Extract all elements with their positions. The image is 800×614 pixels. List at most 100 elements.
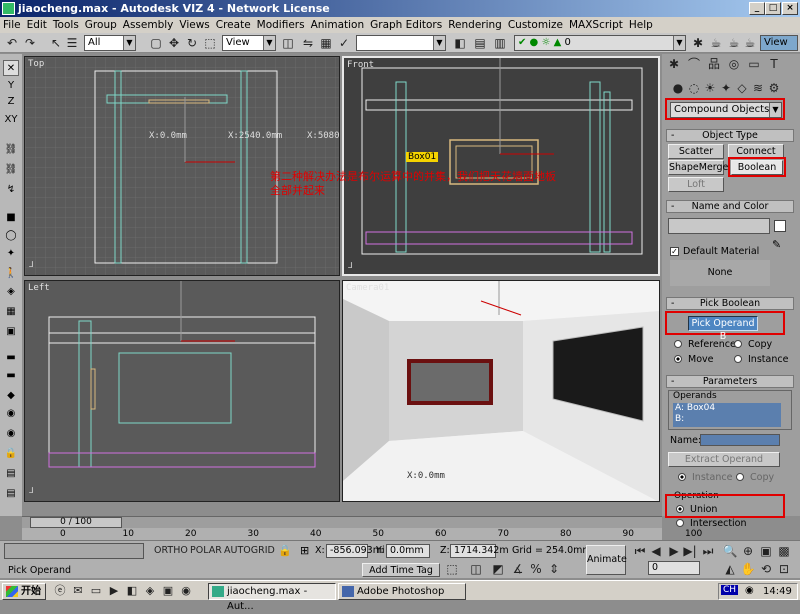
walk-icon[interactable]: 🚶 bbox=[3, 266, 19, 282]
motion-tab-icon[interactable]: ◎ bbox=[726, 56, 742, 72]
add-time-tag-button[interactable]: Add Time Tag bbox=[362, 563, 440, 577]
menu-item-rendering[interactable]: Rendering bbox=[445, 17, 505, 33]
zoom-all-icon[interactable]: ⊕ bbox=[740, 543, 756, 559]
operand-name-input[interactable] bbox=[700, 434, 780, 446]
reference-radio[interactable]: Reference bbox=[674, 339, 736, 351]
parameters-rollout[interactable]: - Parameters bbox=[666, 375, 794, 388]
link-icon[interactable]: ⛓ bbox=[3, 142, 19, 158]
current-frame-input[interactable]: 0 bbox=[648, 561, 700, 575]
menu-item-assembly[interactable]: Assembly bbox=[120, 17, 177, 33]
quicklaunch-icon[interactable]: ▣ bbox=[160, 583, 176, 599]
circle-icon[interactable]: ◯ bbox=[3, 228, 19, 244]
autogrid-toggle[interactable]: AUTOGRID bbox=[224, 545, 275, 556]
snap-toggle-icon[interactable]: ◩ bbox=[490, 561, 506, 577]
close-x-icon[interactable]: ✕ bbox=[3, 60, 19, 76]
snap-toggle-icon[interactable]: ⬚ bbox=[444, 561, 460, 577]
zoom-extents-icon[interactable]: ▣ bbox=[758, 543, 774, 559]
animate-button[interactable]: Animate bbox=[586, 545, 627, 575]
list-item[interactable]: B: bbox=[675, 414, 781, 425]
align-icon[interactable]: ▦ bbox=[318, 35, 334, 51]
fov-icon[interactable]: ◭ bbox=[722, 561, 738, 577]
snap-toggle-icon[interactable]: ◫ bbox=[468, 561, 484, 577]
geometry-icon[interactable]: ● bbox=[670, 80, 686, 96]
quick-render-icon[interactable]: ☕ bbox=[726, 35, 742, 51]
quicklaunch-icon[interactable]: ◈ bbox=[142, 583, 158, 599]
go-end-icon[interactable]: ⏭ bbox=[700, 543, 716, 559]
mirror-icon[interactable]: ⇋ bbox=[300, 35, 316, 51]
maxscript-listener[interactable] bbox=[4, 543, 144, 559]
axis-xy-icon[interactable]: XY bbox=[3, 112, 19, 128]
maximize-button[interactable]: □ bbox=[765, 2, 781, 15]
viewport-left[interactable]: ⅃ Left bbox=[24, 280, 340, 502]
extract-operand-button[interactable]: Extract Operand bbox=[668, 452, 780, 467]
viewport-label[interactable]: Top bbox=[28, 59, 44, 69]
ie-icon[interactable]: ⓔ bbox=[52, 583, 68, 599]
layer-manager-icon[interactable]: ✱ bbox=[690, 35, 706, 51]
extract-instance-radio[interactable]: Instance bbox=[678, 472, 732, 484]
y-coord-input[interactable]: 0.0mm bbox=[386, 544, 430, 558]
light-icon[interactable]: ✦ bbox=[3, 246, 19, 262]
pan-icon[interactable]: ✋ bbox=[740, 561, 756, 577]
layer-dropdown[interactable]: ✔ ● ☼ ▲ 0 ▼ bbox=[514, 35, 686, 51]
move-icon[interactable]: ✥ bbox=[166, 35, 182, 51]
viewport-front[interactable]: ⅃ Front Box01 bbox=[342, 56, 660, 276]
angle-snap-icon[interactable]: ∡ bbox=[510, 561, 526, 577]
layer-icon[interactable]: ▦ bbox=[3, 304, 19, 320]
group-icon[interactable]: ▣ bbox=[3, 324, 19, 340]
create-tab-icon[interactable]: ✱ bbox=[666, 56, 682, 72]
ortho-toggle[interactable]: ORTHO bbox=[154, 545, 188, 556]
teapot-icon[interactable]: ☕ bbox=[708, 35, 724, 51]
ime-indicator[interactable]: CH bbox=[721, 585, 739, 595]
spinner-snap-icon[interactable]: ⇕ bbox=[546, 561, 562, 577]
snap-icon[interactable]: ✓ bbox=[336, 35, 352, 51]
axis-z-icon[interactable]: Z bbox=[3, 94, 19, 110]
menu-item-create[interactable]: Create bbox=[213, 17, 254, 33]
viewport-label[interactable]: Camera01 bbox=[346, 283, 389, 293]
stack-icon[interactable]: ▤ bbox=[3, 466, 19, 482]
render-setup-icon[interactable]: ▤ bbox=[472, 35, 488, 51]
absolute-mode-icon[interactable]: ⊞ bbox=[300, 544, 309, 557]
time-slider-thumb[interactable]: 0 / 100 bbox=[30, 517, 122, 528]
menu-item-animation[interactable]: Animation bbox=[308, 17, 368, 33]
scale-icon[interactable]: ⬚ bbox=[202, 35, 218, 51]
task-photoshop[interactable]: Adobe Photoshop bbox=[338, 583, 466, 600]
redo-icon[interactable]: ↷ bbox=[22, 35, 38, 51]
media-icon[interactable]: ▶ bbox=[106, 583, 122, 599]
pivot-icon[interactable]: ◫ bbox=[280, 35, 296, 51]
box-icon[interactable]: ■ bbox=[3, 210, 19, 226]
lock-icon[interactable]: 🔒 bbox=[3, 446, 19, 462]
category-dropdown[interactable]: Compound Objects ▼ bbox=[670, 102, 782, 118]
modifier-icon[interactable]: ◈ bbox=[3, 284, 19, 300]
orbit-icon[interactable]: ⟲ bbox=[758, 561, 774, 577]
material-editor-icon[interactable]: ◧ bbox=[452, 35, 468, 51]
pick-boolean-rollout[interactable]: - Pick Boolean bbox=[666, 297, 794, 310]
menu-item-views[interactable]: Views bbox=[176, 17, 212, 33]
zoom-extents-all-icon[interactable]: ▩ bbox=[776, 543, 792, 559]
menu-item-help[interactable]: Help bbox=[626, 17, 656, 33]
hierarchy-tab-icon[interactable]: 品 bbox=[706, 56, 722, 72]
view-dropdown[interactable]: View bbox=[760, 35, 798, 51]
menu-item-group[interactable]: Group bbox=[82, 17, 120, 33]
menu-item-file[interactable]: File bbox=[0, 17, 24, 33]
selection-filter-dropdown[interactable]: All ▼ bbox=[84, 35, 136, 51]
render-icon[interactable]: ▥ bbox=[492, 35, 508, 51]
bulb-icon[interactable]: ◉ bbox=[3, 406, 19, 422]
modify-tab-icon[interactable]: ⌒ bbox=[686, 56, 702, 72]
shapes-icon[interactable]: ◌ bbox=[686, 80, 702, 96]
copy-radio[interactable]: Copy bbox=[734, 339, 772, 351]
rotate-icon[interactable]: ↻ bbox=[184, 35, 200, 51]
systems-icon[interactable]: ⚙ bbox=[766, 80, 782, 96]
polar-toggle[interactable]: POLAR bbox=[190, 545, 222, 556]
play-icon[interactable]: ▶ bbox=[666, 543, 682, 559]
move-radio[interactable]: Move bbox=[674, 354, 713, 366]
z-coord-input[interactable]: 1714.342m bbox=[450, 544, 509, 558]
spacewarps-icon[interactable]: ≋ bbox=[750, 80, 766, 96]
desktop-icon[interactable]: ▭ bbox=[88, 583, 104, 599]
menu-item-tools[interactable]: Tools bbox=[50, 17, 82, 33]
render-last-icon[interactable]: ☕ bbox=[742, 35, 758, 51]
lock-icon[interactable]: 🔒 bbox=[278, 544, 292, 557]
menu-item-graph-editors[interactable]: Graph Editors bbox=[367, 17, 445, 33]
boolean-button[interactable]: Boolean bbox=[731, 160, 783, 175]
eyedropper-icon[interactable]: ✎ bbox=[772, 238, 781, 251]
viewport-camera[interactable]: Camera01 X:0.0mm bbox=[342, 280, 660, 502]
